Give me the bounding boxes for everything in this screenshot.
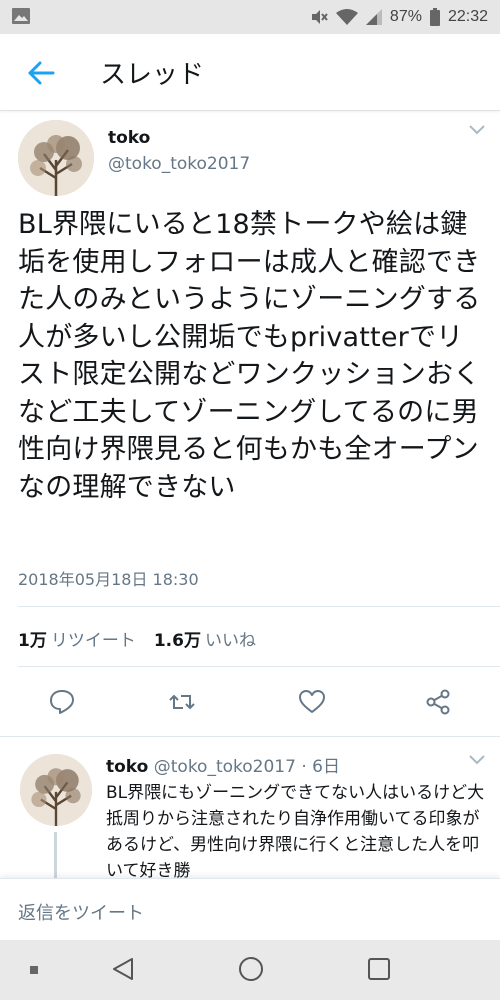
battery-percent: 87%: [389, 8, 422, 25]
reply-icon[interactable]: [48, 688, 76, 716]
reply-meta: @toko_toko2017 · 6日: [153, 757, 340, 777]
reply-header: toko @toko_toko2017 · 6日: [106, 752, 340, 777]
nav-dot-icon[interactable]: [30, 966, 38, 974]
status-bar: 87% 22:32: [0, 0, 500, 34]
wifi-icon: [335, 9, 358, 25]
reply-author-name[interactable]: toko: [106, 757, 148, 777]
nav-recents-icon[interactable]: [366, 956, 392, 982]
section-divider: [0, 736, 500, 737]
nav-back-icon[interactable]: [110, 956, 136, 982]
battery-icon: [429, 8, 440, 26]
avatar[interactable]: [20, 754, 92, 826]
gallery-notification-icon: [12, 8, 30, 24]
retweet-count: 1万: [18, 631, 47, 651]
like-label: いいね: [204, 631, 256, 651]
reply-tweet[interactable]: toko @toko_toko2017 · 6日 BL界隈にもゾーニングできてな…: [0, 738, 500, 888]
like-stat[interactable]: 1.6万 いいね: [154, 626, 256, 651]
avatar[interactable]: [18, 120, 94, 196]
tweet-actions: [0, 670, 500, 736]
tweet-text: BL界隈にいると18禁トークや絵は鍵垢を使用しフォローは成人と確認できた人のみと…: [18, 209, 481, 503]
share-icon[interactable]: [424, 688, 452, 716]
retweet-label: リツイート: [50, 631, 136, 651]
author-handle[interactable]: @toko_toko2017: [108, 154, 250, 174]
divider: [18, 606, 500, 607]
reply-text: BL界隈にもゾーニングできてない人はいるけど大抵周りから注意されたり自浄作用働い…: [106, 783, 485, 881]
nav-home-icon[interactable]: [238, 956, 264, 982]
app-header: スレッド: [0, 34, 500, 111]
back-arrow-icon[interactable]: [26, 58, 56, 88]
chevron-down-icon[interactable]: [468, 754, 486, 766]
reply-composer[interactable]: 返信をツイート: [0, 878, 500, 941]
like-heart-icon[interactable]: [298, 688, 326, 716]
like-count: 1.6万: [153, 631, 201, 651]
tweet-timestamp: 2018年05月18日 18:30: [18, 570, 199, 589]
chevron-down-icon[interactable]: [468, 124, 486, 136]
author-name[interactable]: toko: [108, 128, 150, 148]
retweet-icon[interactable]: [168, 688, 196, 716]
mute-icon: [311, 10, 328, 24]
reply-input[interactable]: 返信をツイート: [18, 899, 144, 925]
divider: [18, 666, 500, 667]
clock: 22:32: [447, 8, 488, 25]
signal-icon: [365, 9, 382, 25]
system-nav-bar: [0, 940, 500, 1000]
tweet-stats: 1万 リツイート 1.6万 いいね: [18, 626, 256, 651]
page-title: スレッド: [100, 60, 205, 90]
retweet-stat[interactable]: 1万 リツイート: [18, 626, 136, 651]
